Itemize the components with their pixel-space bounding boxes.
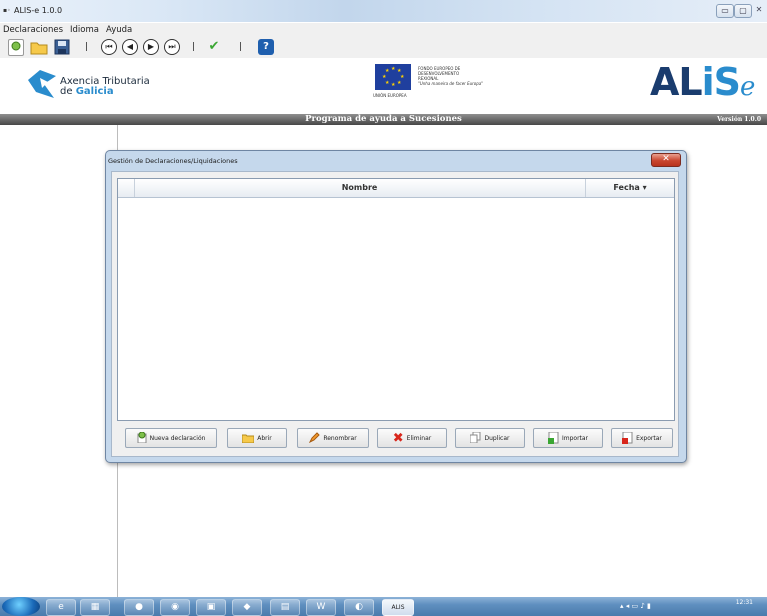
import-icon (547, 431, 559, 446)
save-icon[interactable] (54, 39, 70, 55)
button-label: Importar (561, 435, 589, 442)
toolbar-separator (240, 42, 241, 51)
previous-icon[interactable]: ◀ (122, 39, 138, 55)
export-icon (622, 431, 633, 446)
alis-taskbar-button[interactable]: ALIS (382, 599, 414, 616)
button-label: Duplicar (484, 435, 510, 442)
alis-logo-al: AL (650, 60, 703, 104)
toolbar-separator (86, 42, 87, 51)
feder-text: FONDO EUROPEO DE DESENVOLVEMENTO REXIONA… (418, 66, 483, 86)
folder-icon (241, 433, 255, 445)
calculator-icon[interactable]: ▤ (270, 599, 300, 616)
atg-name: Axencia Tributaria de Galicia (60, 77, 150, 97)
table-header: Nombre Fecha ▾ (118, 179, 674, 198)
app-icon[interactable]: ◐ (344, 599, 374, 616)
chrome-icon[interactable]: ● (124, 599, 154, 616)
open-folder-icon[interactable] (30, 39, 48, 55)
alis-logo-i: i (701, 60, 715, 104)
row-header-cell (118, 179, 135, 197)
delete-x-icon: ✖ (392, 431, 404, 446)
last-icon[interactable]: ⏭ (164, 39, 180, 55)
paint-icon[interactable]: ▣ (196, 599, 226, 616)
menu-declaraciones[interactable]: Declaraciones (3, 25, 63, 35)
app-header: Axencia Tributaria de Galicia ★ ★ ★ ★ ★ … (0, 58, 767, 114)
dialog-title: Gestión de Declaraciones/Liquidaciones (108, 157, 238, 165)
button-label: Eliminar (406, 435, 432, 442)
atg-line2: de Galicia (60, 87, 150, 97)
declarations-table[interactable]: Nombre Fecha ▾ (117, 178, 675, 421)
button-label: Renombrar (323, 435, 357, 442)
alis-logo-s: S (713, 60, 741, 104)
atg-logo-icon (26, 70, 58, 102)
feder-line: "Unha maneira de facer Europa" (418, 81, 484, 86)
explorer-icon[interactable]: ▦ (80, 599, 110, 616)
export-button[interactable]: Exportar (611, 428, 673, 448)
new-icon (137, 431, 147, 445)
atg-line2-bold: Galicia (75, 86, 114, 97)
taskbar: e ▦ ● ◉ ▣ ◆ ▤ W ◐ ALIS ▴ ◂ ▭ ♪ ▮ 12:31 (0, 597, 767, 616)
new-document-icon[interactable] (8, 39, 24, 56)
close-button[interactable]: ✕ (752, 4, 766, 16)
word-icon[interactable]: W (306, 599, 336, 616)
column-header-nombre[interactable]: Nombre (134, 179, 586, 197)
next-icon[interactable]: ▶ (143, 39, 159, 55)
alis-logo: ALiSe (650, 60, 755, 104)
import-button[interactable]: Importar (533, 428, 603, 448)
system-tray: ▴ ◂ ▭ ♪ ▮ (620, 602, 651, 610)
atg-line2-prefix: de (60, 86, 76, 97)
validate-check-icon[interactable]: ✔ (206, 39, 222, 55)
menu-idioma[interactable]: Idioma (70, 25, 99, 35)
delete-button[interactable]: ✖ Eliminar (377, 428, 447, 448)
help-icon[interactable]: ? (258, 39, 274, 55)
start-button[interactable] (2, 597, 40, 616)
button-label: Exportar (636, 435, 662, 442)
rename-button[interactable]: Renombrar (297, 428, 369, 448)
maximize-button[interactable]: ▢ (734, 4, 752, 18)
dialog-close-button[interactable]: ✕ (651, 153, 681, 167)
app-icon: ▪◦ (3, 7, 11, 14)
duplicate-button[interactable]: Duplicar (455, 428, 525, 448)
app-icon[interactable]: ◉ (160, 599, 190, 616)
window-title: ALIS-e 1.0.0 (14, 6, 63, 15)
app-icon[interactable]: ◆ (232, 599, 262, 616)
version-label: Versión 1.0.0 (717, 116, 761, 123)
alis-logo-e: e (740, 72, 755, 102)
window-title-bar: ▪◦ ALIS-e 1.0.0 ▭ ▢ ✕ (0, 0, 767, 22)
pencil-icon (309, 432, 321, 445)
new-declaration-button[interactable]: Nueva declaración (125, 428, 217, 448)
menu-bar: Declaraciones Idioma Ayuda (0, 23, 767, 36)
declarations-dialog: Gestión de Declaraciones/Liquidaciones ✕… (105, 150, 687, 463)
button-label: Abrir (257, 435, 272, 442)
duplicate-icon (469, 431, 481, 445)
first-icon[interactable]: ⏮ (101, 39, 117, 55)
eu-flag-icon: ★ ★ ★ ★ ★ ★ ★ ★ (375, 64, 411, 90)
dialog-body: Nombre Fecha ▾ Nueva declaración Abrir R… (111, 171, 679, 457)
toolbar-separator (193, 42, 194, 51)
button-label: Nueva declaración (149, 435, 206, 442)
program-band: Programa de ayuda a Sucesiones Versión 1… (0, 114, 767, 125)
toolbar: ⏮ ◀ ▶ ⏭ ✔ ? (0, 36, 767, 59)
program-title: Programa de ayuda a Sucesiones (305, 114, 462, 124)
menu-ayuda[interactable]: Ayuda (106, 25, 132, 35)
clock: 12:31 (735, 599, 753, 606)
ie-icon[interactable]: e (46, 599, 76, 616)
eu-label: UNIÓN EUROPEA (373, 93, 407, 98)
open-button[interactable]: Abrir (227, 428, 287, 448)
minimize-button[interactable]: ▭ (716, 4, 734, 18)
column-header-fecha[interactable]: Fecha ▾ (586, 179, 674, 197)
